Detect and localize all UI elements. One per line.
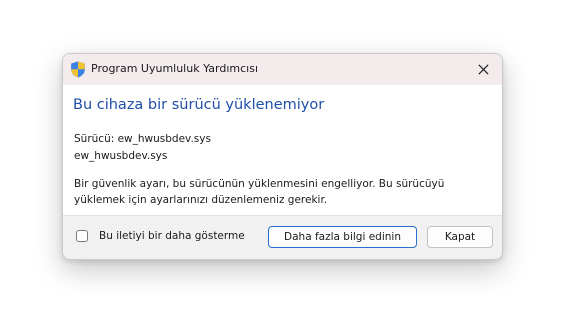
more-info-button[interactable]: Daha fazla bilgi edinin <box>268 226 417 248</box>
message-line-1: Bir güvenlik ayarı, bu sürücünün yüklenm… <box>74 178 445 190</box>
dont-show-again-label[interactable]: Bu iletiyi bir daha gösterme <box>99 230 245 242</box>
title-bar: Program Uyumluluk Yardımcısı <box>63 54 502 85</box>
dont-show-again-checkbox[interactable] <box>76 230 88 242</box>
close-button[interactable] <box>468 57 498 81</box>
driver-info-line: Sürücü: ew_hwusbdev.sys <box>74 133 211 145</box>
close-icon <box>477 60 489 79</box>
close-dialog-button[interactable]: Kapat <box>427 226 493 248</box>
dialog-footer: Bu iletiyi bir daha gösterme Daha fazla … <box>63 215 502 259</box>
message-line-2: yüklemek için ayarlarınızı düzenlemeniz … <box>74 194 328 206</box>
dialog-message: Bir güvenlik ayarı, bu sürücünün yüklenm… <box>74 176 444 208</box>
compatibility-dialog: Program Uyumluluk Yardımcısı Bu cihaza b… <box>62 53 503 260</box>
dialog-heading: Bu cihaza bir sürücü yüklenemiyor <box>73 97 325 113</box>
driver-file-name: ew_hwusbdev.sys <box>74 150 168 162</box>
window-title: Program Uyumluluk Yardımcısı <box>91 62 258 75</box>
shield-icon <box>70 61 86 78</box>
